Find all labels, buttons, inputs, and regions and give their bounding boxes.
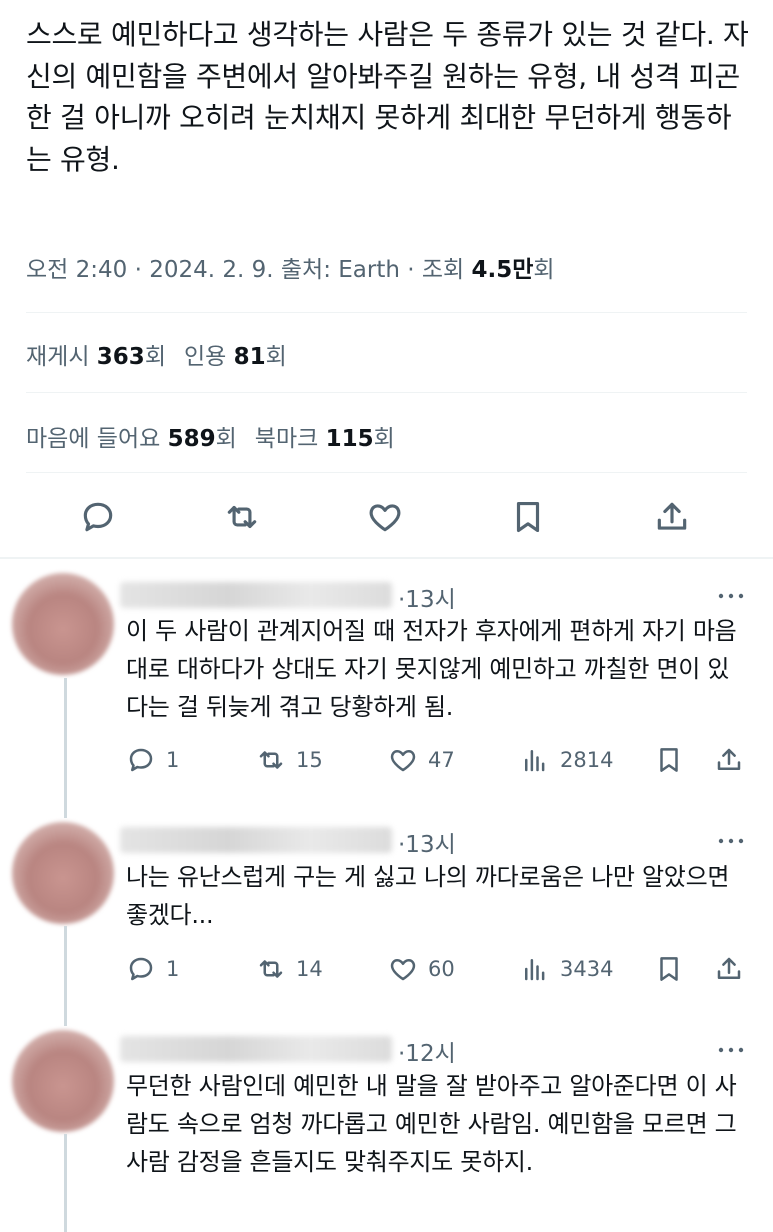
like-button[interactable]: 60 xyxy=(388,952,455,986)
retweet-count: 14 xyxy=(296,957,323,981)
retweets-count: 363 xyxy=(96,344,145,370)
like-count: 60 xyxy=(428,957,455,981)
blurred-username[interactable] xyxy=(120,1036,392,1062)
likes-label: 마음에 들어요 xyxy=(26,426,161,452)
retweets-suffix: 회 xyxy=(144,344,166,370)
share-button[interactable] xyxy=(714,952,744,986)
tweet-text: 스스로 예민하다고 생각하는 사람은 두 종류가 있는 것 같다. 자신의 예민… xyxy=(26,18,749,176)
more-icon[interactable] xyxy=(714,586,748,606)
likes-suffix: 회 xyxy=(215,426,237,452)
share-button[interactable] xyxy=(714,743,744,777)
reply-button[interactable]: 1 xyxy=(126,952,179,986)
reply-icon xyxy=(83,502,113,532)
views-suffix: 회 xyxy=(533,257,555,283)
reply-count: 1 xyxy=(166,748,180,772)
share-button[interactable] xyxy=(650,495,694,539)
views-count: 2814 xyxy=(560,748,614,772)
bar-chart-icon xyxy=(525,959,545,981)
like-bookmark-stats: 마음에 들어요 589회 북마크 115회 xyxy=(26,419,395,453)
views-button[interactable]: 3434 xyxy=(520,952,613,986)
reply-action-bar: 1 14 60 3434 xyxy=(126,952,756,986)
tweet-action-bar xyxy=(0,495,773,539)
repost-quote-stats: 재게시 363회 인용 81회 xyxy=(26,337,287,371)
like-count: 47 xyxy=(428,748,455,772)
share-icon xyxy=(717,748,741,770)
bookmark-icon xyxy=(660,748,678,772)
reply-text: 무던한 사람인데 예민한 내 말을 잘 받아주고 알아준다면 이 사람도 속으로… xyxy=(126,1072,737,1176)
tweet-metadata: 오전 2:40 · 2024. 2. 9. 출처: Earth · 조회 4.5… xyxy=(26,250,555,284)
reply-time[interactable]: ·12시 xyxy=(398,1034,456,1068)
reply-time[interactable]: ·13시 xyxy=(398,825,456,859)
bookmarks-count: 115 xyxy=(325,426,374,452)
bookmarks-label: 북마크 xyxy=(254,426,319,452)
retweet-icon xyxy=(259,960,283,978)
reply-text: 이 두 사람이 관계지어질 때 전자가 후자에게 편하게 자기 마음대로 대하다… xyxy=(126,617,737,721)
bookmark-button[interactable] xyxy=(654,952,684,986)
quotes-suffix: 회 xyxy=(265,344,287,370)
reply-count: 1 xyxy=(166,957,180,981)
bookmark-icon xyxy=(660,957,678,981)
reply-icon xyxy=(129,748,153,772)
heart-icon xyxy=(369,504,401,532)
retweet-button[interactable]: 14 xyxy=(256,952,323,986)
blurred-username[interactable] xyxy=(120,582,392,608)
bookmarks-suffix: 회 xyxy=(373,426,395,452)
quotes-label: 인용 xyxy=(183,344,227,370)
more-icon[interactable] xyxy=(714,1040,748,1060)
retweet-icon xyxy=(227,505,257,529)
avatar[interactable] xyxy=(12,822,114,924)
avatar[interactable] xyxy=(12,573,114,675)
thread-line xyxy=(64,1134,67,1232)
heart-icon xyxy=(390,959,416,981)
like-button[interactable] xyxy=(363,495,407,539)
blurred-username[interactable] xyxy=(120,827,392,853)
likes-count: 589 xyxy=(167,426,216,452)
retweet-button[interactable] xyxy=(220,495,264,539)
retweet-button[interactable]: 15 xyxy=(256,743,323,777)
share-icon xyxy=(717,957,741,979)
views-count[interactable]: 4.5만 xyxy=(472,257,534,283)
views-button[interactable]: 2814 xyxy=(520,743,613,777)
reply-time[interactable]: ·13시 xyxy=(398,580,456,614)
divider xyxy=(26,392,747,393)
heart-icon xyxy=(390,750,416,772)
reply-text: 나는 유난스럽게 구는 게 싫고 나의 까다로움은 나만 알았으면 좋겠다... xyxy=(126,863,730,929)
retweet-icon xyxy=(259,751,283,769)
bookmark-icon xyxy=(516,501,540,533)
retweets-label: 재게시 xyxy=(26,344,90,370)
share-icon xyxy=(657,502,687,530)
bar-chart-icon xyxy=(525,750,545,772)
avatar[interactable] xyxy=(12,1030,114,1132)
reply-button[interactable]: 1 xyxy=(126,743,179,777)
bookmarks-stat[interactable]: 북마크 115회 xyxy=(255,426,395,452)
tweet-timestamp-source: 오전 2:40 · 2024. 2. 9. 출처: Earth · 조회 xyxy=(26,257,472,283)
thread-line xyxy=(64,926,67,1026)
reply-action-bar: 1 15 47 2814 xyxy=(126,743,756,777)
more-icon[interactable] xyxy=(714,831,748,851)
reply-icon xyxy=(129,957,153,981)
divider xyxy=(26,472,747,473)
retweet-count: 15 xyxy=(296,748,323,772)
like-button[interactable]: 47 xyxy=(388,743,455,777)
bookmark-button[interactable] xyxy=(506,495,550,539)
reply-button[interactable] xyxy=(76,495,120,539)
quotes-count: 81 xyxy=(233,344,266,370)
likes-stat[interactable]: 마음에 들어요 589회 xyxy=(26,426,237,452)
quotes-stat[interactable]: 인용 81회 xyxy=(184,344,287,370)
bookmark-button[interactable] xyxy=(654,743,684,777)
section-divider xyxy=(0,557,773,559)
thread-line xyxy=(64,678,67,818)
views-count: 3434 xyxy=(560,957,614,981)
retweets-stat[interactable]: 재게시 363회 xyxy=(26,344,166,370)
divider xyxy=(26,312,747,313)
